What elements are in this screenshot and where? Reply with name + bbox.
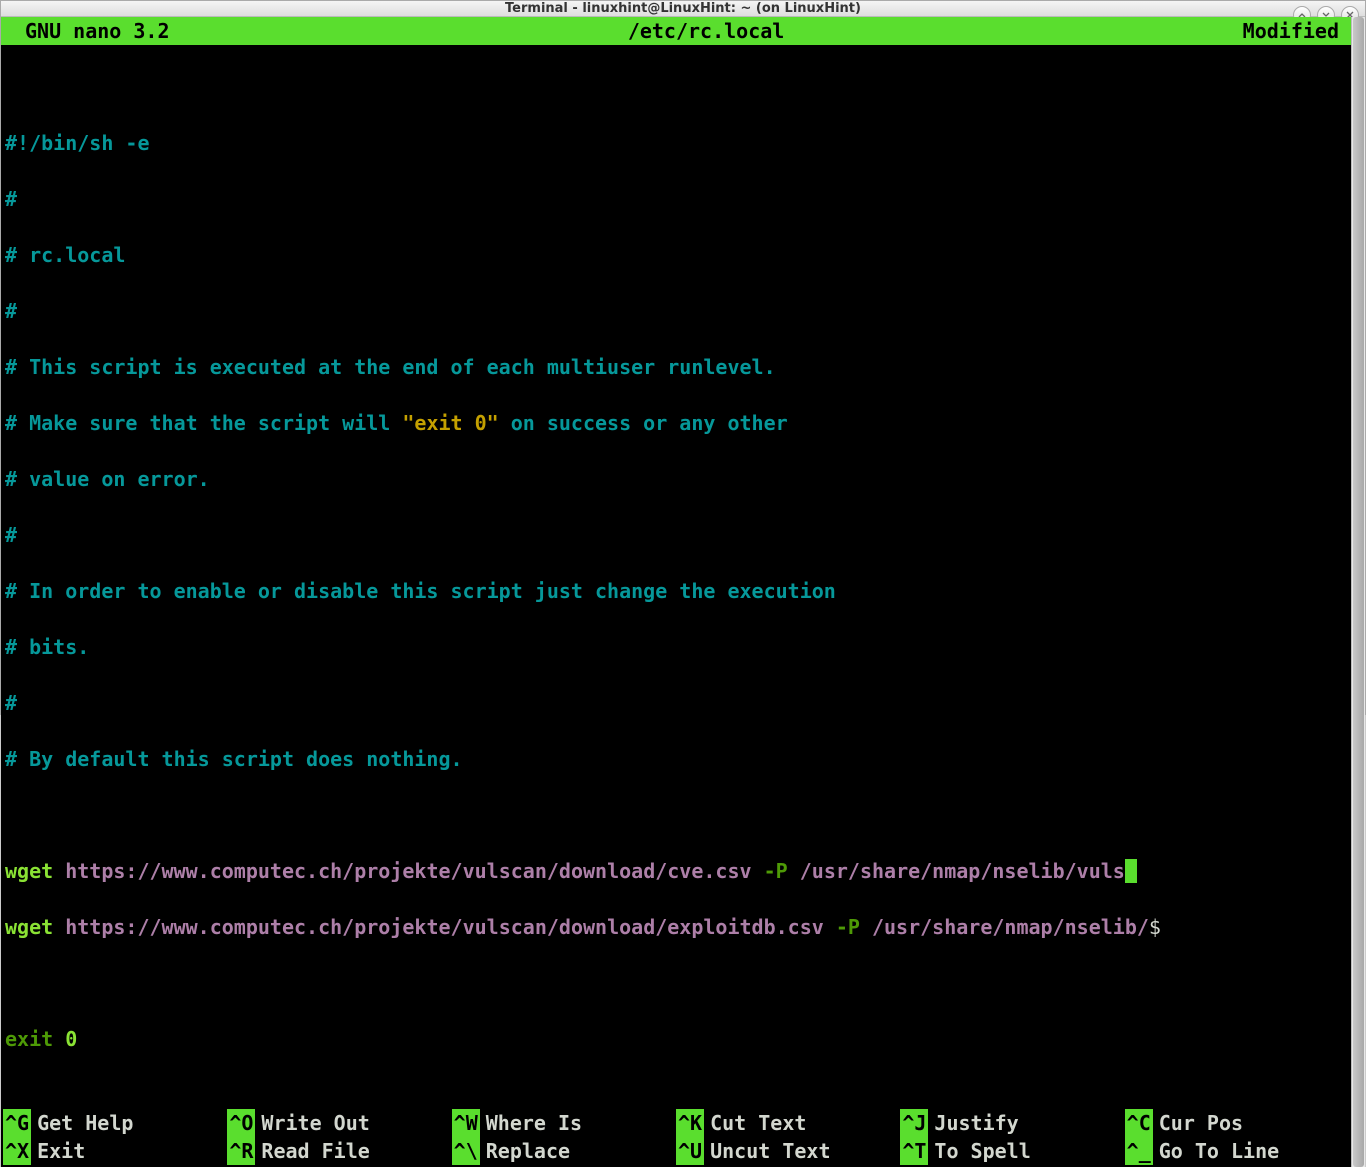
code-line: # This script is executed at the end of … xyxy=(5,353,1347,381)
shortcut-read-file[interactable]: ^RRead File xyxy=(227,1137,451,1165)
window-titlebar: Terminal - linuxhint@LinuxHint: ~ (on Li… xyxy=(1,1,1365,17)
shortcut-to-spell[interactable]: ^TTo Spell xyxy=(900,1137,1124,1165)
code-line: # xyxy=(5,689,1347,717)
code-line: wget https://www.computec.ch/projekte/vu… xyxy=(5,913,1347,941)
terminal-content[interactable]: GNU nano 3.2 /etc/rc.local Modified #!/b… xyxy=(1,17,1351,1167)
code-line: exit 0 xyxy=(5,1025,1347,1053)
nano-status: Modified xyxy=(1243,17,1347,45)
code-line: #!/bin/sh -e xyxy=(5,129,1347,157)
nano-header: GNU nano 3.2 /etc/rc.local Modified xyxy=(1,17,1351,45)
shortcut-write-out[interactable]: ^OWrite Out xyxy=(227,1109,451,1137)
shortcut-justify[interactable]: ^JJustify xyxy=(900,1109,1124,1137)
cursor xyxy=(1125,859,1137,883)
code-line: # By default this script does nothing. xyxy=(5,745,1347,773)
window-title: Terminal - linuxhint@LinuxHint: ~ (on Li… xyxy=(505,1,861,16)
shortcut-cut-text[interactable]: ^KCut Text xyxy=(676,1109,900,1137)
code-line: wget https://www.computec.ch/projekte/vu… xyxy=(5,857,1347,885)
code-line: # In order to enable or disable this scr… xyxy=(5,577,1347,605)
nano-filename: /etc/rc.local xyxy=(170,17,1243,45)
code-line: # rc.local xyxy=(5,241,1347,269)
shortcut-exit[interactable]: ^XExit xyxy=(3,1137,227,1165)
terminal-window: Terminal - linuxhint@LinuxHint: ~ (on Li… xyxy=(0,0,1366,715)
terminal-area: GNU nano 3.2 /etc/rc.local Modified #!/b… xyxy=(1,17,1365,1167)
shortcut-go-to-line[interactable]: ^_Go To Line xyxy=(1125,1137,1349,1165)
shortcut-uncut-text[interactable]: ^UUncut Text xyxy=(676,1137,900,1165)
shortcut-cur-pos[interactable]: ^CCur Pos xyxy=(1125,1109,1349,1137)
scrollbar[interactable] xyxy=(1351,17,1365,1167)
shortcut-get-help[interactable]: ^GGet Help xyxy=(3,1109,227,1137)
shortcut-where-is[interactable]: ^WWhere Is xyxy=(452,1109,676,1137)
code-line: # xyxy=(5,297,1347,325)
nano-editor-body[interactable]: #!/bin/sh -e # # rc.local # # This scrip… xyxy=(1,45,1351,1109)
code-line: # value on error. xyxy=(5,465,1347,493)
code-line: # bits. xyxy=(5,633,1347,661)
code-line: # xyxy=(5,521,1347,549)
nano-title: GNU nano 3.2 xyxy=(5,17,170,45)
code-line: # xyxy=(5,185,1347,213)
code-line: # Make sure that the script will "exit 0… xyxy=(5,409,1347,437)
scrollbar-thumb[interactable] xyxy=(1353,17,1364,1167)
nano-shortcuts: ^GGet Help ^OWrite Out ^WWhere Is ^KCut … xyxy=(1,1109,1351,1167)
shortcut-replace[interactable]: ^\Replace xyxy=(452,1137,676,1165)
